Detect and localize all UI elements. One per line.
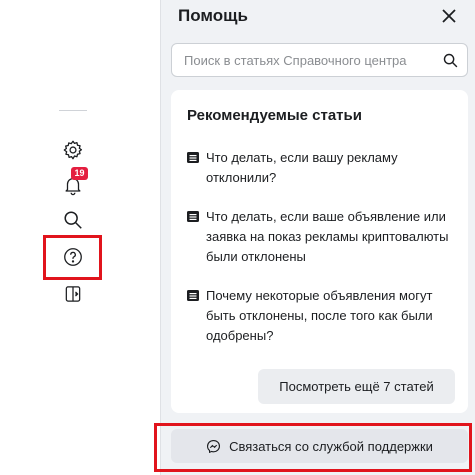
help-search-input[interactable] xyxy=(172,44,434,76)
notifications-badge: 19 xyxy=(71,167,88,180)
help-highlight-box xyxy=(43,235,102,280)
document-icon xyxy=(187,290,199,301)
left-rail: 19 xyxy=(0,0,150,475)
search-icon xyxy=(64,211,82,229)
document-icon xyxy=(187,211,199,222)
help-panel: Помощь Рекомендуемые статьи Что делать, … xyxy=(160,0,475,475)
article-link[interactable]: Что делать, если вашу рекламу отклонили? xyxy=(187,148,457,188)
notifications-button[interactable]: 19 xyxy=(57,167,89,201)
search-button[interactable] xyxy=(57,204,89,236)
article-title: Почему некоторые объявления могут быть о… xyxy=(206,288,433,343)
settings-button[interactable] xyxy=(57,134,89,166)
close-button[interactable] xyxy=(437,5,461,27)
rail-divider xyxy=(59,110,87,111)
panel-title: Помощь xyxy=(178,6,248,25)
article-link[interactable]: Почему некоторые объявления могут быть о… xyxy=(187,286,457,346)
panel-toggle-icon xyxy=(65,286,81,302)
article-title: Что делать, если ваше объявление или зая… xyxy=(206,209,449,264)
help-search-box xyxy=(171,43,468,77)
support-highlight-box xyxy=(154,423,472,472)
recommended-articles-card: Рекомендуемые статьи Что делать, если ва… xyxy=(171,90,468,413)
article-title: Что делать, если вашу рекламу отклонили? xyxy=(206,150,398,185)
more-articles-button[interactable]: Посмотреть ещё 7 статей xyxy=(258,369,455,404)
search-icon[interactable] xyxy=(442,52,459,74)
article-link[interactable]: Что делать, если ваше объявление или зая… xyxy=(187,207,457,267)
document-icon xyxy=(187,152,199,163)
panel-toggle-button[interactable] xyxy=(57,278,89,310)
recommended-heading: Рекомендуемые статьи xyxy=(187,107,362,124)
gear-icon xyxy=(63,140,83,160)
close-icon xyxy=(442,9,456,23)
